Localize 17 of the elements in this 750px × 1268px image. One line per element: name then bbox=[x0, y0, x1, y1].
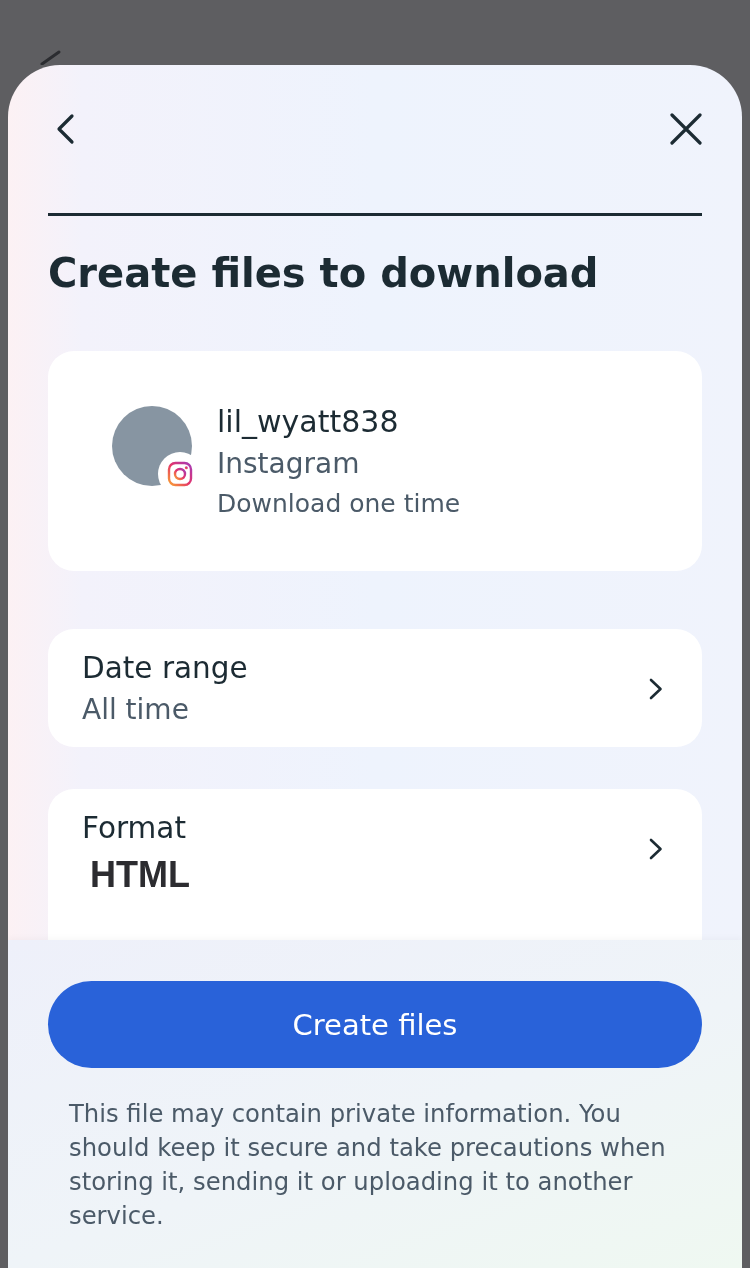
privacy-notice: This file may contain private information. You should keep it secure and take precautions when storing it, sending it or uploading it to another service. bbox=[68, 1098, 667, 1232]
create-files-button[interactable]: Create files bbox=[48, 981, 702, 1068]
chevron-icon bbox=[40, 50, 61, 65]
page-title: Create files to download bbox=[48, 249, 600, 297]
close-button[interactable] bbox=[670, 113, 702, 145]
account-username: lil_wyatt838 bbox=[217, 405, 399, 439]
download-frequency: Download one time bbox=[217, 489, 461, 519]
account-platform: Instagram bbox=[217, 446, 360, 482]
close-icon bbox=[670, 113, 702, 145]
setting-value: All time bbox=[82, 693, 189, 727]
setting-label: Format bbox=[82, 811, 186, 845]
back-icon bbox=[55, 113, 75, 145]
chevron-right-icon[interactable] bbox=[648, 838, 663, 860]
setting-value: HTML bbox=[90, 855, 190, 895]
back-button[interactable] bbox=[55, 113, 75, 145]
setting-label: Date range bbox=[82, 651, 248, 685]
chevron-right-icon[interactable] bbox=[648, 678, 663, 700]
